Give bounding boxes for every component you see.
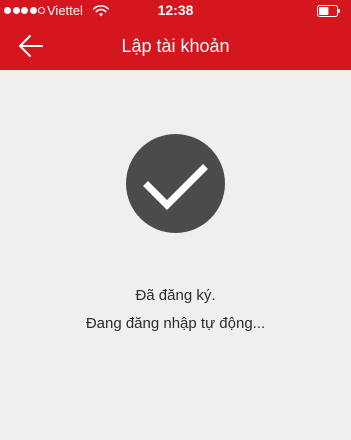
checkmark-icon	[143, 164, 208, 210]
battery-icon	[317, 5, 340, 17]
main-content: Đã đăng ký. Đang đăng nhập tự động...	[0, 70, 351, 440]
success-badge	[126, 134, 225, 233]
battery-fill	[319, 7, 329, 15]
status-bar: Viettel 12:38	[0, 0, 351, 22]
status-time: 12:38	[157, 2, 194, 18]
registered-message: Đã đăng ký.	[135, 287, 216, 304]
auto-login-message: Đang đăng nhập tự động...	[85, 315, 266, 332]
back-button[interactable]	[15, 30, 47, 62]
arrow-left-icon	[19, 35, 43, 57]
navigation-bar: Lập tài khoản	[0, 22, 351, 70]
page-title: Lập tài khoản	[121, 36, 230, 56]
